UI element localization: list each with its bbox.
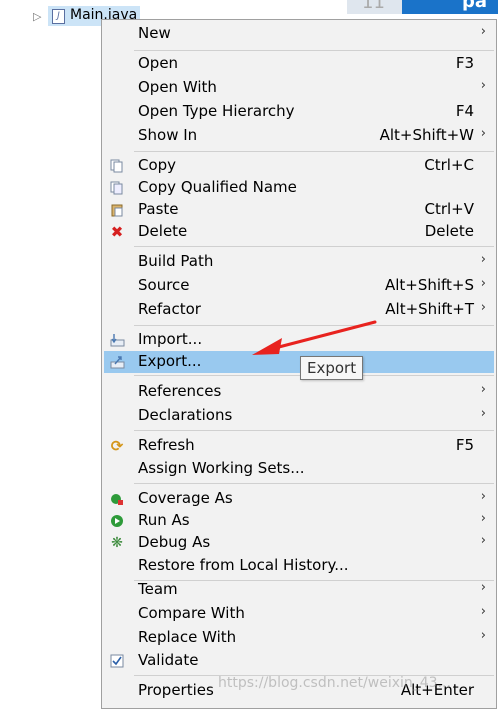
watermark-text: https://blog.csdn.net/weixin_43... (218, 675, 451, 691)
annotation-arrow (252, 320, 377, 355)
